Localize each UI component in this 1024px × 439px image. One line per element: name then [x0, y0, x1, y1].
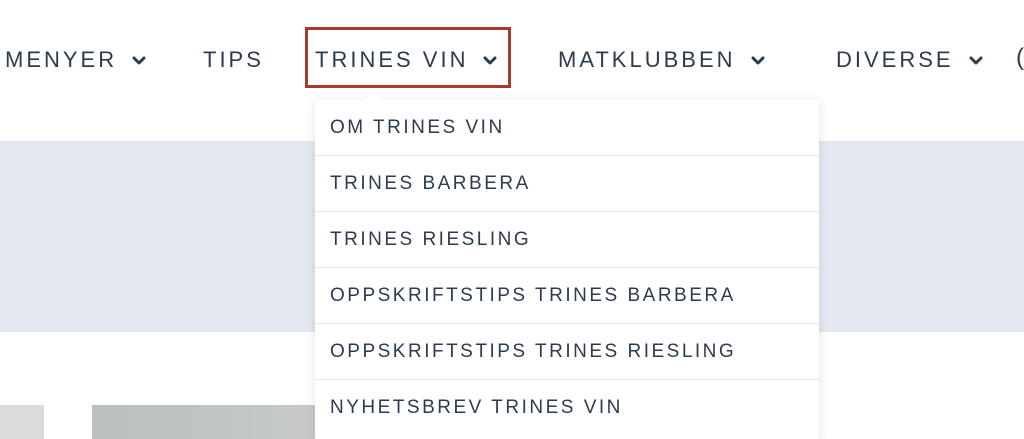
- chevron-down-icon: [750, 52, 766, 68]
- nav-item-matklubben[interactable]: MATKLUBBEN: [558, 44, 766, 76]
- nav-item-menyer[interactable]: MENYER: [5, 44, 147, 76]
- nav-item-trines-vin[interactable]: TRINES VIN: [315, 44, 498, 76]
- dropdown-item-nyhetsbrev[interactable]: NYHETSBREV TRINES VIN: [315, 380, 819, 436]
- nav-item-diverse[interactable]: DIVERSE: [836, 44, 984, 76]
- dropdown-item-label: TRINES RIESLING: [330, 228, 532, 250]
- search-icon[interactable]: (: [1016, 44, 1024, 72]
- nav-item-label: DIVERSE: [836, 47, 954, 72]
- nav-item-label: MENYER: [5, 47, 118, 72]
- nav-item-tips[interactable]: TIPS: [203, 44, 264, 76]
- content-image-left: [0, 405, 44, 439]
- nav-item-label: MATKLUBBEN: [558, 47, 736, 72]
- chevron-down-icon: [968, 52, 984, 68]
- dropdown-item-label: NYHETSBREV TRINES VIN: [330, 397, 623, 418]
- dropdown-item-label: OPPSKRIFTSTIPS TRINES RIESLING: [330, 340, 737, 362]
- chevron-down-icon: [482, 52, 498, 68]
- dropdown-item-oppskriftstips-barbera[interactable]: OPPSKRIFTSTIPS TRINES BARBERA: [315, 268, 819, 324]
- dropdown-item-label: TRINES BARBERA: [330, 172, 531, 194]
- dropdown-item-om-trines-vin[interactable]: OM TRINES VIN: [315, 100, 819, 156]
- dropdown-item-label: OPPSKRIFTSTIPS TRINES BARBERA: [330, 284, 736, 306]
- dropdown-item-label: OM TRINES VIN: [330, 116, 505, 138]
- nav-item-label: TRINES VIN: [315, 47, 469, 72]
- nav-item-label: TIPS: [203, 47, 264, 72]
- trines-vin-dropdown-menu: OM TRINES VIN TRINES BARBERA TRINES RIES…: [315, 92, 819, 439]
- chevron-down-icon: [131, 52, 147, 68]
- dropdown-item-trines-barbera[interactable]: TRINES BARBERA: [315, 156, 819, 212]
- dropdown-item-trines-riesling[interactable]: TRINES RIESLING: [315, 212, 819, 268]
- dropdown-item-oppskriftstips-riesling[interactable]: OPPSKRIFTSTIPS TRINES RIESLING: [315, 324, 819, 380]
